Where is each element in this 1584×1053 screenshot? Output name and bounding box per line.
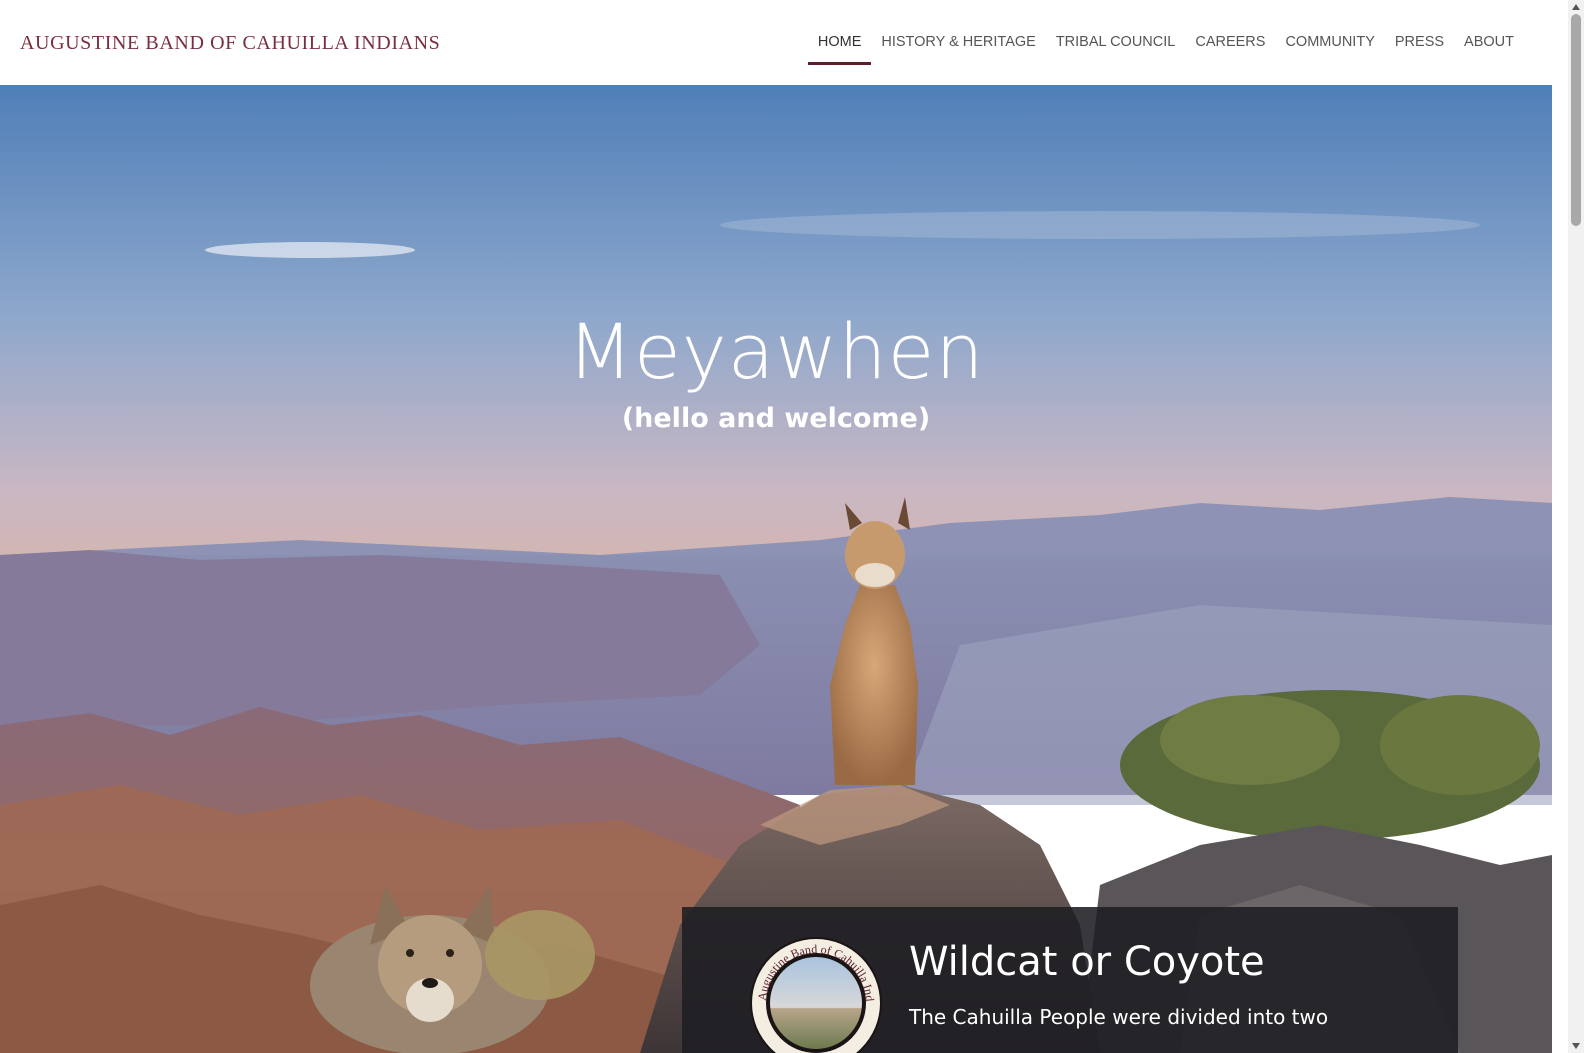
main-nav: HOME HISTORY & HERITAGE TRIBAL COUNCIL C… [807,0,1524,85]
hero-title: Meyawhen [567,307,985,396]
nav-history-heritage[interactable]: HISTORY & HERITAGE [871,0,1045,85]
hero-section: Meyawhen (hello and welcome) Augustine B… [0,85,1552,1053]
page-scrollbar[interactable] [1568,0,1584,1053]
nav-tribal-council[interactable]: TRIBAL COUNCIL [1046,0,1186,85]
nav-home[interactable]: HOME [807,0,872,85]
nav-about[interactable]: ABOUT [1454,0,1524,85]
card-text: The Cahuilla People were divided into tw… [909,1005,1329,1029]
site-logo[interactable]: AUGUSTINE BAND OF CAHUILLA INDIANS [20,32,440,55]
scroll-up-icon[interactable] [1572,4,1580,10]
tribal-seal-image: Augustine Band of Cahuilla Indians [748,935,882,1053]
info-card: Augustine Band of Cahuilla Indians Wildc… [682,907,1458,1053]
hero-subtitle: (hello and welcome) [621,403,931,434]
scroll-down-icon[interactable] [1572,1043,1580,1049]
card-title: Wildcat or Coyote [909,939,1265,985]
nav-careers[interactable]: CAREERS [1185,0,1275,85]
site-header: AUGUSTINE BAND OF CAHUILLA INDIANS HOME … [0,0,1552,85]
scroll-thumb[interactable] [1571,14,1581,226]
nav-press[interactable]: PRESS [1385,0,1454,85]
nav-community[interactable]: COMMUNITY [1275,0,1384,85]
